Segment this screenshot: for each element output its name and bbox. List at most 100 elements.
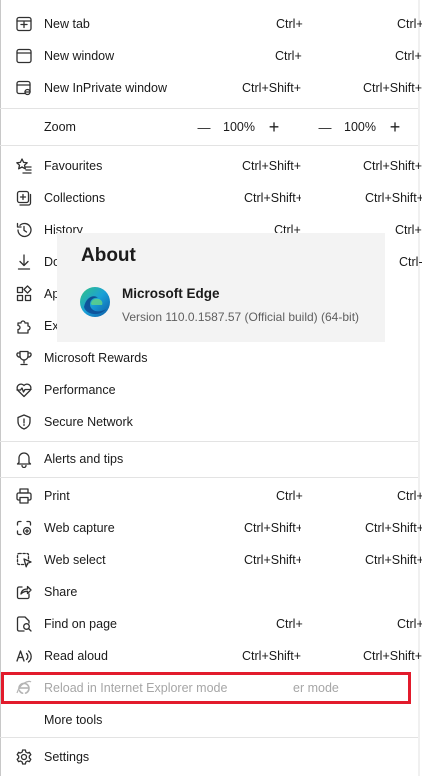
web-capture-icon <box>15 519 33 537</box>
find-on-page-icon <box>15 615 33 633</box>
menu-divider <box>0 108 418 109</box>
new-tab-shortcut: Ctrl+ <box>276 17 303 31</box>
menu-item-web-select[interactable]: Web select Ctrl+Shift+ Ctrl+Shift+ <box>0 544 422 576</box>
about-version: Version 110.0.1587.57 (Official build) (… <box>122 310 360 324</box>
menu-item-read-aloud[interactable]: Read aloud Ctrl+Shift+ Ctrl+Shift+ <box>0 640 422 672</box>
zoom-controls: — 100% + <box>194 111 284 143</box>
gear-icon <box>15 748 33 766</box>
zoom-in-button-dup[interactable]: + <box>385 117 405 137</box>
rewards-label: Microsoft Rewards <box>44 351 148 365</box>
find-on-page-label: Find on page <box>44 617 117 631</box>
printer-icon <box>15 487 33 505</box>
read-aloud-icon <box>15 647 33 665</box>
new-window-label: New window <box>44 49 115 63</box>
zoom-controls-dup: — 100% + <box>315 111 405 143</box>
share-label: Share <box>44 585 78 599</box>
history-icon <box>15 221 33 239</box>
menu-divider <box>0 477 418 478</box>
print-shortcut-dup: Ctrl+ <box>397 489 422 503</box>
collections-shortcut: Ctrl+Shift+ <box>244 191 301 205</box>
print-label: Print <box>44 489 70 503</box>
read-aloud-label: Read aloud <box>44 649 108 663</box>
web-select-label: Web select <box>44 553 106 567</box>
menu-item-new-inprivate-window[interactable]: New InPrivate window Ctrl+Shift+ Ctrl+Sh… <box>0 72 422 104</box>
favourites-label: Favourites <box>44 159 103 173</box>
collections-label: Collections <box>44 191 106 205</box>
about-title: About <box>81 245 136 266</box>
favourites-shortcut-dup: Ctrl+Shift+ <box>363 159 422 173</box>
edge-settings-menu: New tab Ctrl+ Ctrl+ New window Ctrl+ Ctr… <box>0 0 422 776</box>
find-on-page-shortcut: Ctrl+ <box>276 617 303 631</box>
collections-icon <box>15 189 33 207</box>
zoom-out-button-dup[interactable]: — <box>315 117 335 137</box>
menu-item-new-tab[interactable]: New tab Ctrl+ Ctrl+ <box>0 8 422 40</box>
zoom-in-button[interactable]: + <box>264 117 284 137</box>
menu-item-secure-network[interactable]: Secure Network <box>0 406 422 438</box>
zoom-value: 100% <box>223 120 255 134</box>
edge-logo-icon <box>78 285 112 319</box>
web-capture-label: Web capture <box>44 521 115 535</box>
reload-ie-label: Reload in Internet Explorer mode <box>44 681 228 695</box>
menu-item-find-on-page[interactable]: Find on page Ctrl+ Ctrl+ <box>0 608 422 640</box>
zoom-label: Zoom <box>44 120 76 134</box>
new-inprivate-label: New InPrivate window <box>44 81 167 95</box>
web-select-shortcut-dup: Ctrl+Shift+ <box>365 553 422 567</box>
new-window-shortcut: Ctrl+ <box>275 49 302 63</box>
inprivate-icon <box>15 79 33 97</box>
menu-divider <box>0 441 418 442</box>
read-aloud-shortcut-dup: Ctrl+Shift+ <box>363 649 422 663</box>
menu-item-new-window[interactable]: New window Ctrl+ Ctrl+ <box>0 40 422 72</box>
shield-icon <box>15 413 33 431</box>
bell-icon <box>15 450 33 468</box>
collections-shortcut-dup: Ctrl+Shift+ <box>365 191 422 205</box>
menu-item-print[interactable]: Print Ctrl+ Ctrl+ <box>0 480 422 512</box>
heart-pulse-icon <box>15 381 33 399</box>
downloads-shortcut-dup: Ctrl- <box>399 255 422 269</box>
menu-divider <box>0 737 418 738</box>
about-panel: About Microsoft Edge Version 110.0.1587.… <box>57 233 385 342</box>
alerts-label: Alerts and tips <box>44 452 124 466</box>
menu-item-microsoft-rewards[interactable]: Microsoft Rewards <box>0 342 422 374</box>
menu-item-reload-ie-mode[interactable]: Reload in Internet Explorer mode er mode <box>0 672 422 704</box>
read-aloud-shortcut: Ctrl+Shift+ <box>242 649 302 663</box>
zoom-out-button[interactable]: — <box>194 117 214 137</box>
performance-label: Performance <box>44 383 116 397</box>
menu-divider <box>0 145 418 146</box>
new-tab-shortcut-dup: Ctrl+ <box>397 17 422 31</box>
share-icon <box>15 583 33 601</box>
more-tools-label: More tools <box>44 713 103 727</box>
new-inprivate-shortcut: Ctrl+Shift+ <box>242 81 302 95</box>
web-capture-shortcut-dup: Ctrl+Shift+ <box>365 521 422 535</box>
menu-item-favourites[interactable]: Favourites Ctrl+Shift+ Ctrl+Shift+ <box>0 150 422 182</box>
web-capture-shortcut: Ctrl+Shift+ <box>244 521 301 535</box>
about-product-name: Microsoft Edge <box>122 286 220 301</box>
secure-network-label: Secure Network <box>44 415 133 429</box>
find-on-page-shortcut-dup: Ctrl+ <box>397 617 422 631</box>
web-select-shortcut: Ctrl+Shift+ <box>244 553 301 567</box>
menu-item-more-tools[interactable]: More tools <box>0 704 422 736</box>
menu-item-performance[interactable]: Performance <box>0 374 422 406</box>
internet-explorer-icon <box>15 679 33 697</box>
history-shortcut-dup: Ctrl+ <box>395 223 422 237</box>
menu-item-web-capture[interactable]: Web capture Ctrl+Shift+ Ctrl+Shift+ <box>0 512 422 544</box>
menu-item-alerts-and-tips[interactable]: Alerts and tips <box>0 443 422 475</box>
new-window-icon <box>15 47 33 65</box>
web-select-icon <box>15 551 33 569</box>
menu-item-zoom: Zoom — 100% + — 100% + <box>0 111 422 143</box>
rewards-trophy-icon <box>15 349 33 367</box>
new-tab-icon <box>15 15 33 33</box>
settings-label: Settings <box>44 750 90 764</box>
new-tab-label: New tab <box>44 17 90 31</box>
menu-item-collections[interactable]: Collections Ctrl+Shift+ Ctrl+Shift+ <box>0 182 422 214</box>
reload-ie-ghost-text: er mode <box>293 681 339 695</box>
puzzle-icon <box>15 317 33 335</box>
menu-item-share[interactable]: Share <box>0 576 422 608</box>
new-window-shortcut-dup: Ctrl+ <box>395 49 422 63</box>
apps-icon <box>15 285 33 303</box>
menu-item-settings[interactable]: Settings <box>0 741 422 773</box>
new-inprivate-shortcut-dup: Ctrl+Shift+ <box>363 81 422 95</box>
zoom-value-dup: 100% <box>344 120 376 134</box>
print-shortcut: Ctrl+ <box>276 489 303 503</box>
star-list-icon <box>15 157 33 175</box>
favourites-shortcut: Ctrl+Shift+ <box>242 159 302 173</box>
